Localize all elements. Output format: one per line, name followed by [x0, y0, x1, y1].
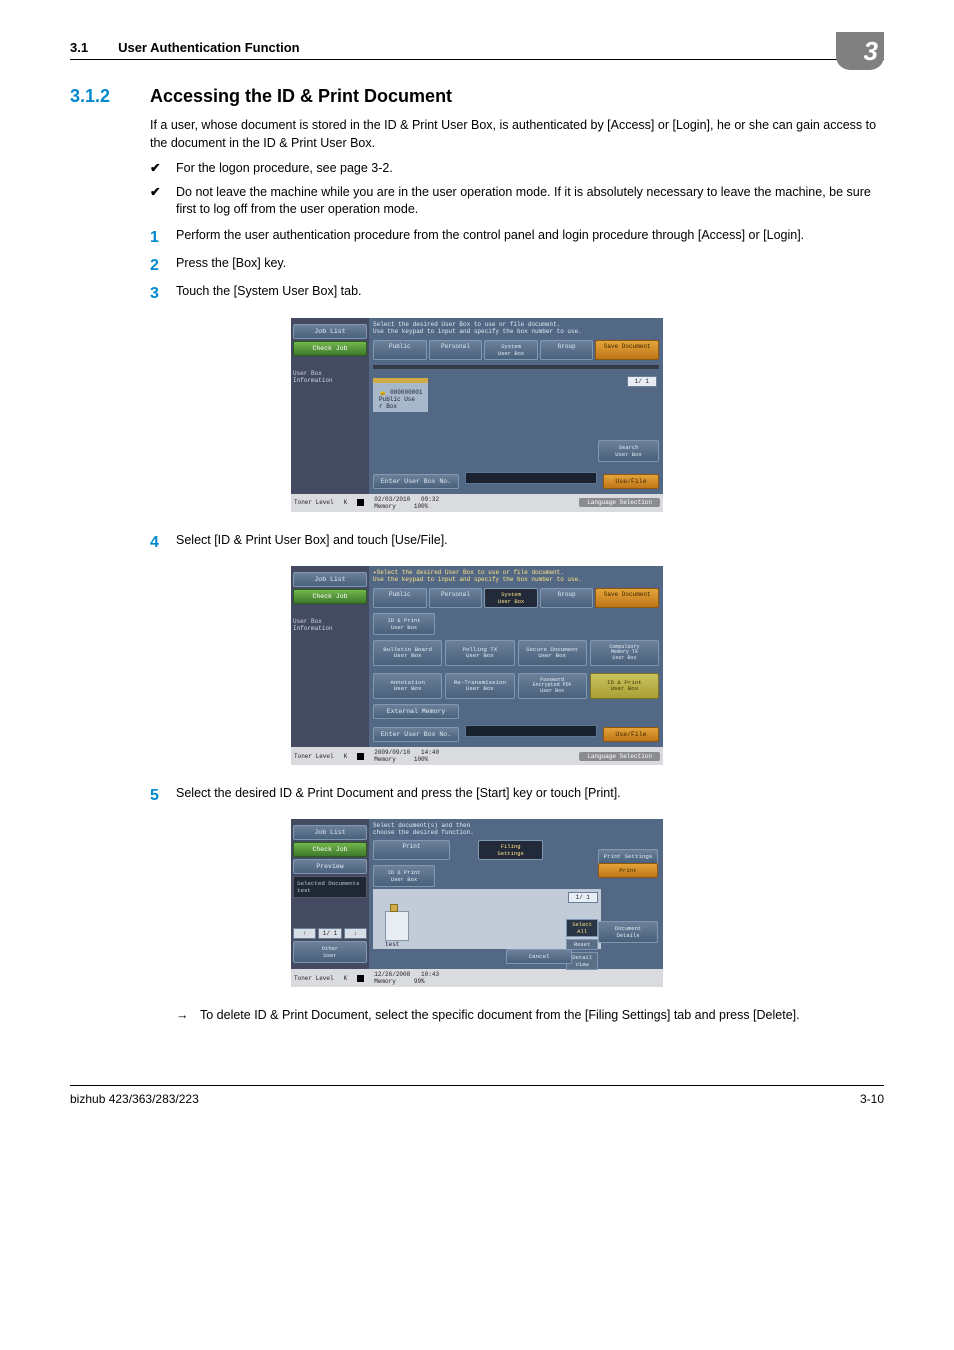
prompt-text: Select the desired User Box to use or fi… [373, 321, 659, 335]
header-rule [70, 59, 884, 60]
bulletin-box-button[interactable]: Bulletin Board User Box [373, 640, 442, 666]
usefile-button[interactable]: Use/File [603, 474, 659, 489]
group-tab[interactable]: Group [540, 340, 594, 360]
header-title: User Authentication Function [118, 40, 300, 55]
check-icon: ✔ [150, 184, 176, 219]
check-item-1: For the logon procedure, see page 3-2. [176, 160, 393, 178]
job-list-button[interactable]: Job List [293, 324, 367, 339]
prompt-text: Select document(s) and then choose the d… [373, 822, 601, 836]
selected-docs-label: Selected Documentstest [293, 876, 367, 898]
usefile-button[interactable]: Use/File [603, 727, 659, 742]
system-userbox-tab[interactable]: System User Box [484, 588, 538, 608]
check-job-button[interactable]: Check Job [293, 341, 367, 356]
toner-label: Toner Level [294, 975, 334, 982]
enter-box-label: Enter User Box No. [373, 727, 459, 742]
step-list: 1Perform the user authentication procedu… [150, 227, 884, 306]
toner-label: Toner Level [294, 753, 334, 760]
idprint-box-button[interactable]: ID & Print User Box [590, 673, 659, 699]
personal-tab[interactable]: Personal [429, 340, 483, 360]
chapter-badge: 3 [836, 32, 884, 70]
userbox-info-label: User Box Information [293, 370, 367, 384]
print-tab[interactable]: Print [373, 840, 450, 860]
toner-label: Toner Level [294, 499, 334, 506]
search-userbox-button[interactable]: Search User Box [598, 440, 659, 462]
save-document-button[interactable]: Save Document [595, 340, 659, 360]
pdf-box-button[interactable]: Password Encrypted PDF User Box [518, 673, 587, 699]
language-button[interactable]: Language Selection [579, 498, 660, 507]
personal-tab[interactable]: Personal [429, 588, 483, 608]
prompt-text: ✦Select the desired User Box to use or f… [373, 569, 659, 583]
thumb-label: test [385, 941, 399, 948]
public-tab[interactable]: Public [373, 340, 427, 360]
save-document-button[interactable]: Save Document [595, 588, 659, 608]
box-number-input[interactable] [465, 725, 597, 737]
doc-thumbnail[interactable] [385, 911, 409, 941]
prereq-list: ✔For the logon procedure, see page 3-2. … [150, 160, 884, 219]
check-job-button[interactable]: Check Job [293, 589, 367, 604]
cancel-button[interactable]: Cancel [506, 949, 572, 964]
document-details-button[interactable]: Document Details [598, 921, 658, 943]
external-memory-button[interactable]: External Memory [373, 704, 459, 719]
page-up-button[interactable]: ↑ [293, 928, 316, 939]
toner-indicator [357, 753, 364, 760]
job-list-button[interactable]: Job List [293, 825, 367, 840]
step-text-5: Select the desired ID & Print Document a… [176, 785, 621, 807]
step-num-3: 3 [150, 283, 176, 305]
print-button[interactable]: Print [598, 863, 658, 878]
section-number: 3.1.2 [70, 86, 150, 107]
public-tab[interactable]: Public [373, 588, 427, 608]
job-list-button[interactable]: Job List [293, 572, 367, 587]
section-title: Accessing the ID & Print Document [150, 86, 452, 107]
enter-box-label: Enter User Box No. [373, 474, 459, 489]
intro-text: If a user, whose document is stored in t… [150, 117, 884, 152]
idprint-subtab[interactable]: ID & Print User Box [373, 865, 435, 887]
language-button[interactable]: Language Selection [579, 752, 660, 761]
annotation-box-button[interactable]: Annotation User Box [373, 673, 442, 699]
header-section-num: 3.1 [70, 40, 88, 55]
arrow-icon: → [176, 1007, 200, 1025]
box-number-input[interactable] [465, 472, 597, 484]
step-text-2: Press the [Box] key. [176, 255, 286, 277]
step-text-4: Select [ID & Print User Box] and touch [… [176, 532, 448, 554]
compulsory-box-button[interactable]: Compulsory Memory TX User Box [590, 640, 659, 666]
page-down-button[interactable]: ↓ [344, 928, 367, 939]
polling-box-button[interactable]: Polling TX User Box [445, 640, 514, 666]
retrans-box-button[interactable]: Re-Transmission User Box [445, 673, 514, 699]
check-item-2: Do not leave the machine while you are i… [176, 184, 884, 219]
group-tab[interactable]: Group [540, 588, 594, 608]
screenshot-print-doc: Job List Check Job Preview Selected Docu… [291, 819, 663, 987]
other-user-button[interactable]: Other User [293, 941, 367, 963]
step-text-1: Perform the user authentication procedur… [176, 227, 804, 249]
check-job-button[interactable]: Check Job [293, 842, 367, 857]
check-icon: ✔ [150, 160, 176, 178]
pager: 1/ 1 [568, 892, 598, 903]
screenshot-system-userbox: Job List Check Job User Box Information … [291, 318, 663, 512]
footer-page: 3-10 [860, 1092, 884, 1106]
secure-box-button[interactable]: Secure Document User Box [518, 640, 587, 666]
select-all-button[interactable]: Select All [566, 919, 598, 937]
system-userbox-tab[interactable]: System User Box [484, 340, 538, 360]
pager: 1/ 1 [627, 376, 657, 387]
print-settings-button[interactable]: Print Settings [598, 849, 658, 864]
arrow-text: To delete ID & Print Document, select th… [200, 1007, 800, 1025]
idprint-subtab[interactable]: ID & Print User Box [373, 613, 435, 635]
toner-indicator [357, 499, 364, 506]
userbox-folder[interactable]: 🔒 000000001 Public Use r Box [373, 378, 428, 412]
preview-button[interactable]: Preview [293, 859, 367, 874]
userbox-info-label: User Box Information [293, 618, 367, 632]
step-text-3: Touch the [System User Box] tab. [176, 283, 362, 305]
doc-thumbnail-area: test 1/ 1 Select All Reset Detail View [373, 889, 601, 949]
screenshot-idprint-box: Job List Check Job User Box Information … [291, 566, 663, 765]
step-num-4: 4 [150, 532, 176, 554]
footer-model: bizhub 423/363/283/223 [70, 1092, 199, 1106]
step-num-2: 2 [150, 255, 176, 277]
step-num-1: 1 [150, 227, 176, 249]
step-num-5: 5 [150, 785, 176, 807]
filing-settings-tab[interactable]: Filing Settings [478, 840, 543, 860]
toner-indicator [357, 975, 364, 982]
pager-small: 1/ 1 [318, 928, 341, 939]
